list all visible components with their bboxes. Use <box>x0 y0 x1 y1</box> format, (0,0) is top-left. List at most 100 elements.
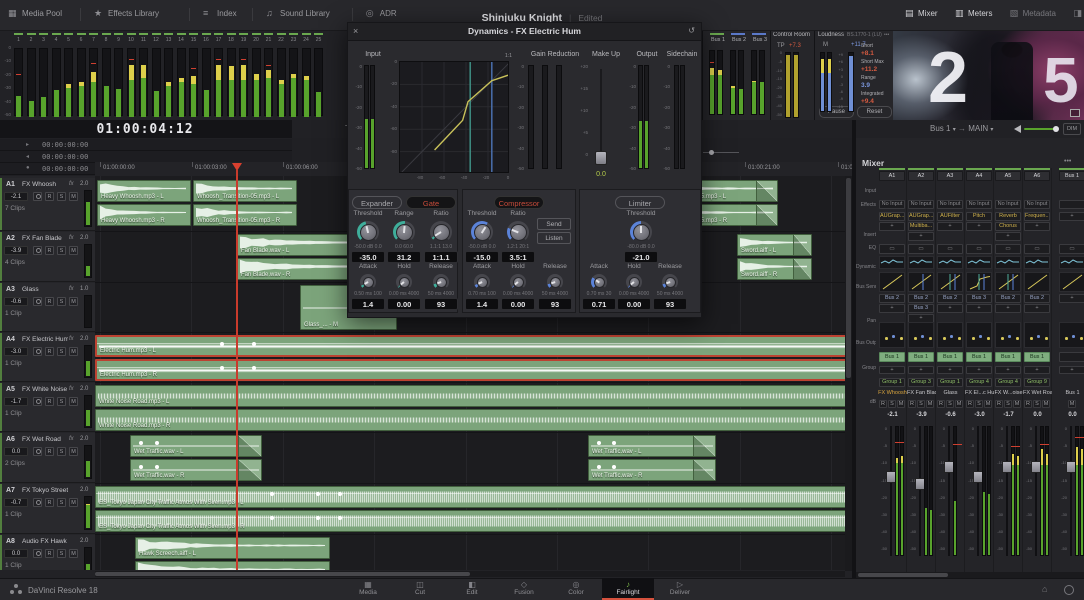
automation-point[interactable] <box>315 516 320 521</box>
lock-icon[interactable] <box>33 397 42 406</box>
knob-value[interactable]: 0.00 <box>387 298 421 310</box>
lock-icon[interactable] <box>33 246 42 255</box>
dialog-titlebar[interactable]: × Dynamics - FX Electric Hum ↺ <box>348 23 701 41</box>
track-header-A1[interactable]: A1 FX Whoosh fx 2.0 -2.1 R S M 7 Clips <box>0 178 95 231</box>
track-volume-box[interactable]: -0.7 <box>4 498 28 507</box>
hold-knob[interactable] <box>512 276 524 288</box>
home-icon[interactable]: ⌂ <box>1042 584 1047 594</box>
page-tab-media[interactable]: ▦ Media <box>342 578 394 600</box>
volume-slider-handle[interactable] <box>1053 126 1059 132</box>
track-volume-box[interactable]: -0.6 <box>4 297 28 306</box>
track-r-button[interactable]: R <box>45 192 54 201</box>
track-volume-box[interactable]: -3.0 <box>4 347 28 356</box>
knob-value[interactable]: 1.4 <box>351 298 385 310</box>
track-volume-box[interactable]: 0.0 <box>4 549 28 558</box>
listen-button[interactable]: Listen <box>537 232 571 244</box>
dim-button[interactable]: DIM <box>1063 123 1081 135</box>
automation-point[interactable] <box>596 465 601 470</box>
reset-button[interactable]: Reset <box>857 106 892 118</box>
hold-knob[interactable] <box>398 276 410 288</box>
knob-value[interactable]: 93 <box>653 298 687 310</box>
audio-clip[interactable]: Hawk Screech.aiff - L <box>135 537 330 559</box>
threshold-knob[interactable] <box>359 223 377 241</box>
fx-badge[interactable]: fx <box>69 386 74 392</box>
page-tab-fairlight[interactable]: ♪ Fairlight <box>602 578 654 600</box>
track-s-button[interactable]: S <box>57 397 66 406</box>
fade-handle[interactable] <box>793 259 811 279</box>
knob-value[interactable]: -15.0 <box>465 251 499 263</box>
threshold-knob[interactable] <box>632 223 650 241</box>
knob-value[interactable]: 1.4 <box>465 298 499 310</box>
timecode-row-value[interactable]: 00:00:00:00 <box>42 141 88 149</box>
fx-badge[interactable]: fx <box>69 336 74 342</box>
knob-value[interactable]: 0.71 <box>582 298 616 310</box>
audio-clip[interactable]: White Noise Road.mp3 - L <box>95 385 852 407</box>
track-r-button[interactable]: R <box>45 297 54 306</box>
fade-handle[interactable] <box>238 436 261 456</box>
audio-clip[interactable]: Electric Hum.mp3 - R <box>95 359 852 381</box>
track-header-A6[interactable]: A6 FX Wet Road fx 2.0 0.0 R S M 2 Clips <box>0 433 95 483</box>
track-m-button[interactable]: M <box>69 347 78 356</box>
track-m-button[interactable]: M <box>69 447 78 456</box>
limiter-tab[interactable]: Limiter <box>615 196 665 209</box>
track-s-button[interactable]: S <box>57 192 66 201</box>
dynamics-graph[interactable] <box>399 61 509 173</box>
track-header-A8[interactable]: A8 Audio FX Hawk Sc... 2.0 0.0 RSM 1 Clip <box>0 535 95 570</box>
track-volume-box[interactable]: -2.1 <box>4 192 28 201</box>
timeline-zoom-slider[interactable] <box>703 150 739 155</box>
track-r-button[interactable]: R <box>45 549 54 558</box>
viewer-expand-icon[interactable] <box>1070 109 1080 117</box>
monitor-volume-slider[interactable] <box>1024 126 1059 132</box>
release-knob[interactable] <box>549 276 561 288</box>
range-knob[interactable] <box>395 223 413 241</box>
fx-badge[interactable]: fx <box>69 436 74 442</box>
page-tab-cut[interactable]: ◫ Cut <box>394 578 446 600</box>
lock-icon[interactable] <box>33 549 42 558</box>
lock-icon[interactable] <box>33 347 42 356</box>
knob-value[interactable]: 0.00 <box>617 298 651 310</box>
track-volume-box[interactable]: -3.9 <box>4 246 28 255</box>
track-volume-box[interactable]: -1.7 <box>4 397 28 406</box>
track-header-A7[interactable]: A7 FX Tokyo Street 2.0 -0.7 R S M 1 Clip <box>0 484 95 534</box>
track-m-button[interactable]: M <box>69 192 78 201</box>
track-r-button[interactable]: R <box>45 397 54 406</box>
track-s-button[interactable]: S <box>57 447 66 456</box>
knob-value[interactable]: -35.0 <box>351 251 385 263</box>
knob-value[interactable]: 93 <box>538 298 572 310</box>
audio-clip[interactable]: Wet Traffic.wav - L <box>588 435 716 457</box>
knob-value[interactable]: 31.2 <box>387 251 421 263</box>
attack-knob[interactable] <box>593 276 605 288</box>
automation-point[interactable] <box>252 341 257 346</box>
track-m-button[interactable]: M <box>69 549 78 558</box>
audio-clip[interactable]: Heavy Whoosh.mp3 - L <box>97 180 191 202</box>
tp-meter[interactable] <box>785 52 791 118</box>
track-s-button[interactable]: S <box>57 498 66 507</box>
davinci-logo[interactable] <box>10 584 22 595</box>
mixer-menu-icon[interactable]: ••• <box>1064 158 1071 165</box>
track-m-button[interactable]: M <box>69 297 78 306</box>
track-volume-box[interactable]: 0.0 <box>4 447 28 456</box>
lock-icon[interactable] <box>33 192 42 201</box>
track-header-A2[interactable]: A2 FX Fan Blade fx 2.0 -3.9 R S M 4 Clips <box>0 232 95 282</box>
fade-handle[interactable] <box>756 181 777 201</box>
gate-tab[interactable]: Gate <box>406 196 456 209</box>
track-m-button[interactable]: M <box>69 246 78 255</box>
knob-value[interactable]: 3.5:1 <box>501 251 535 263</box>
lock-icon[interactable] <box>33 447 42 456</box>
mixer-scroll-thumb[interactable] <box>858 573 948 577</box>
automation-point[interactable] <box>315 492 320 497</box>
compressor-tab[interactable]: Compressor <box>494 196 544 209</box>
fade-handle[interactable] <box>693 436 715 456</box>
lock-icon[interactable] <box>33 498 42 507</box>
track-header-A3[interactable]: A3 Glass fx 1.0 -0.6 R S M 1 Clip <box>0 283 95 332</box>
track-s-button[interactable]: S <box>57 297 66 306</box>
audio-clip[interactable]: Electric Hum.mp3 - L <box>95 335 852 357</box>
audio-clip[interactable]: White Noise Road.mp3 - R <box>95 409 852 431</box>
knob-value[interactable]: 93 <box>424 298 458 310</box>
track-r-button[interactable]: R <box>45 347 54 356</box>
audio-clip[interactable]: ES_Tokyo Japan City Traffic Atmos With S… <box>95 486 852 508</box>
fx-badge[interactable]: fx <box>69 235 74 241</box>
v-scroll-thumb[interactable] <box>846 178 851 378</box>
audio-clip[interactable]: Whoosh_Transition-05.mp3 - L <box>193 180 297 202</box>
speaker-icon[interactable] <box>1014 125 1021 133</box>
